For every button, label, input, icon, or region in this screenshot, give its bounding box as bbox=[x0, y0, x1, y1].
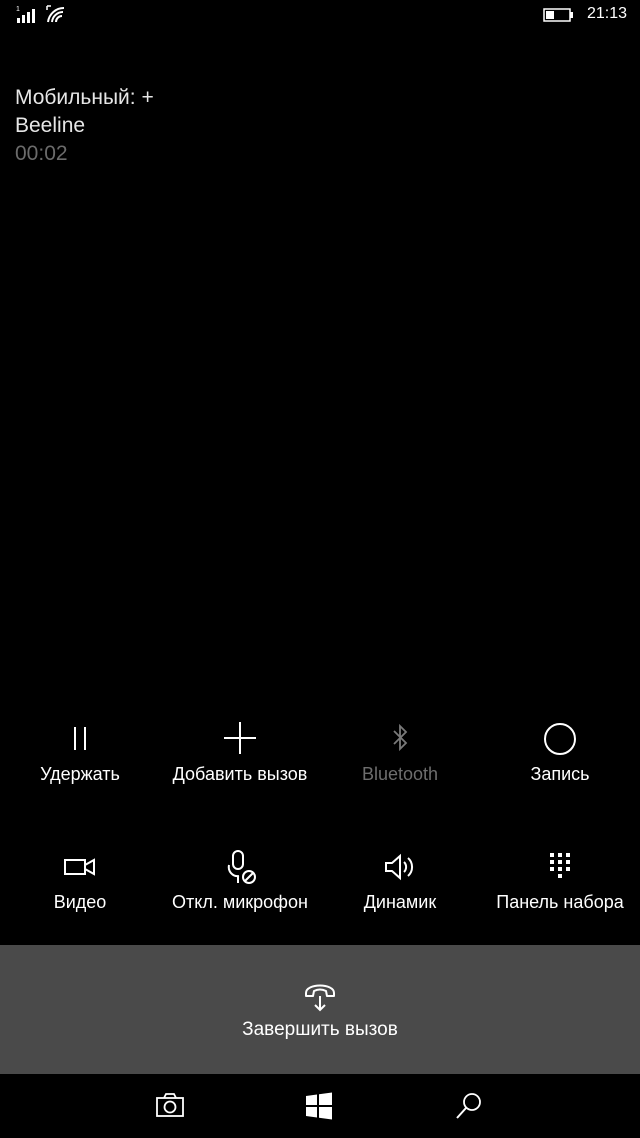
battery-icon bbox=[543, 8, 573, 22]
navigation-bar bbox=[0, 1074, 640, 1138]
keypad-button[interactable]: Панель набора bbox=[480, 845, 640, 955]
video-button[interactable]: Видео bbox=[0, 845, 160, 955]
record-label: Запись bbox=[530, 764, 590, 784]
signal-icon: 1 bbox=[16, 6, 35, 23]
end-call-label: Завершить вызов bbox=[242, 1019, 398, 1040]
video-camera-icon bbox=[64, 858, 95, 876]
call-duration: 00:02 bbox=[15, 142, 68, 165]
record-button[interactable]: Запись bbox=[480, 716, 640, 826]
speaker-icon bbox=[385, 853, 414, 881]
video-label: Видео bbox=[53, 892, 107, 912]
status-bar: 1 21:13 bbox=[0, 0, 640, 32]
record-icon bbox=[544, 723, 576, 755]
speaker-label: Динамик bbox=[363, 892, 437, 912]
wifi-icon bbox=[46, 5, 65, 23]
hold-label: Удержать bbox=[40, 764, 120, 784]
speaker-button[interactable]: Динамик bbox=[320, 845, 480, 955]
end-call-button[interactable]: Завершить вызов bbox=[0, 945, 640, 1074]
plus-icon bbox=[224, 722, 256, 754]
keypad-label: Панель набора bbox=[496, 892, 624, 912]
keypad-icon bbox=[550, 853, 570, 878]
caller-name: Мобильный: + bbox=[15, 86, 154, 109]
add-call-label: Добавить вызов bbox=[172, 764, 308, 784]
bluetooth-label: Bluetooth bbox=[361, 764, 439, 784]
hold-button[interactable]: Удержать bbox=[0, 716, 160, 826]
bluetooth-icon bbox=[393, 723, 408, 752]
search-icon[interactable] bbox=[453, 1090, 485, 1122]
mic-off-icon bbox=[227, 850, 256, 884]
mute-label: Откл. микрофон bbox=[172, 892, 308, 912]
clock: 21:13 bbox=[587, 5, 628, 22]
pause-icon bbox=[74, 727, 86, 750]
add-call-button[interactable]: Добавить вызов bbox=[160, 716, 320, 826]
svg-text:1: 1 bbox=[16, 6, 20, 13]
hang-up-icon bbox=[305, 984, 335, 1012]
windows-icon[interactable] bbox=[303, 1090, 335, 1122]
carrier-name: Beeline bbox=[15, 114, 86, 137]
camera-icon[interactable] bbox=[154, 1090, 186, 1122]
mute-button[interactable]: Откл. микрофон bbox=[160, 845, 320, 955]
bluetooth-button[interactable]: Bluetooth bbox=[320, 716, 480, 826]
